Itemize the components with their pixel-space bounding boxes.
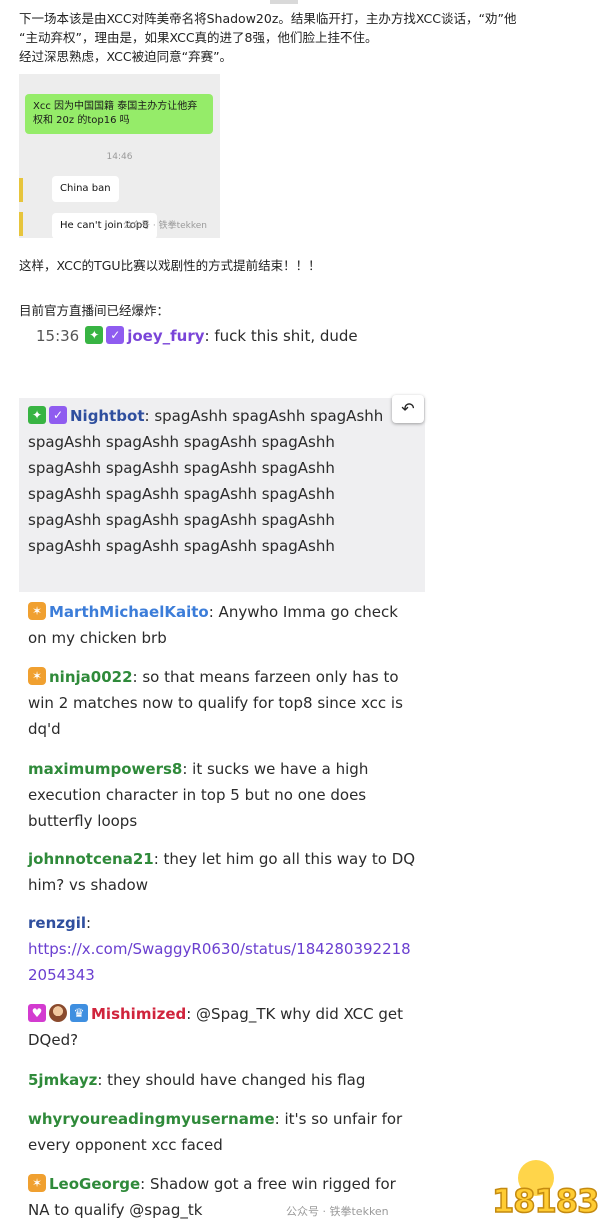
article-line: 下一场本该是由XCC对阵美帝名将Shadow20z。结果临开打，主办方找XCC谈…: [19, 11, 517, 26]
avatar-badge-icon: ✶: [28, 1174, 46, 1192]
subscriber-badge-icon: ♥: [28, 1004, 46, 1022]
chat-message: ✦ ✓ Nightbot: spagAshh spagAshh spagAshh s…: [28, 403, 408, 559]
chat-username[interactable]: johnnotcena21: [28, 850, 154, 868]
avatar-badge-icon: [49, 1004, 67, 1022]
verified-badge-icon: ✓: [106, 326, 125, 344]
logo-text: 18183: [491, 1181, 600, 1221]
reply-button[interactable]: ↶: [392, 395, 424, 423]
watermark: 公众号 · 铁拳tekken: [286, 1205, 389, 1218]
wechat-avatar: [19, 212, 23, 236]
chat-username[interactable]: 5jmkayz: [28, 1071, 97, 1089]
chat-message: maximumpowers8: it sucks we have a high …: [28, 756, 418, 834]
avatar-badge-icon: ✶: [28, 602, 46, 620]
top-scroll-indicator: [270, 0, 298, 4]
avatar-badge-icon: ✶: [28, 667, 46, 685]
wechat-green-bubble: Xcc 因为中国国籍 泰国主办方让他弃权和 20z 的top16 吗: [25, 94, 213, 134]
chat-username[interactable]: joey_fury: [127, 327, 204, 345]
article-line: “主动弃权”，理由是，如果XCC真的进了8强，他们脸上挂不住。: [19, 30, 378, 45]
chat-text: : they should have changed his flag: [97, 1071, 366, 1089]
crown-badge-icon: ♛: [70, 1004, 88, 1022]
wechat-screenshot: Xcc 因为中国国籍 泰国主办方让他弃权和 20z 的top16 吗 14:46…: [19, 74, 220, 238]
article-line: 这样，XCC的TGU比赛以戏剧性的方式提前结束！！！: [19, 258, 321, 273]
chat-username[interactable]: maximumpowers8: [28, 760, 182, 778]
wechat-watermark: 公众号 · 铁拳tekken: [123, 221, 207, 231]
chat-message: ✶ MarthMichaelKaito: Anywho Imma go check…: [28, 599, 418, 651]
reply-icon: ↶: [401, 399, 415, 418]
sword-badge-icon: ✦: [85, 326, 104, 344]
chat-message: ✶ ninja0022: so that means farzeen only h…: [28, 664, 418, 742]
chat-message: renzgil: https://x.com/SwaggyR0630/statu…: [28, 910, 418, 988]
chat-username[interactable]: MarthMichaelKaito: [49, 603, 209, 621]
article-text: 下一场本该是由XCC对阵美帝名将Shadow20z。结果临开打，主办方找XCC谈…: [19, 9, 594, 66]
chat-text: : fuck this shit, dude: [204, 327, 358, 345]
chat-link[interactable]: https://x.com/SwaggyR0630/status/1842803…: [28, 940, 411, 984]
chat-username[interactable]: Nightbot: [70, 407, 145, 425]
wechat-timestamp: 14:46: [106, 152, 133, 162]
article-line: 经过深思熟虑，XCC被迫同意“弃赛”。: [19, 49, 233, 64]
message-timestamp: 15:36: [36, 327, 80, 345]
chat-message: whyryoureadingmyusername: it's so unfair…: [28, 1106, 418, 1158]
article-line: 目前官方直播间已经爆炸：: [19, 303, 170, 318]
chat-message: johnnotcena21: they let him go all this …: [28, 846, 418, 898]
chat-username[interactable]: Mishimized: [91, 1005, 186, 1023]
chat-text: : spagAshh spagAshh spagAshh spagAshh sp…: [28, 407, 384, 555]
highlighted-message: ✦ ✓ Nightbot: spagAshh spagAshh spagAshh s…: [19, 398, 425, 592]
wechat-avatar: [19, 178, 23, 202]
chat-message: ♥ ♛ Mishimized: @Spag_TK why did XCC get D…: [28, 1001, 418, 1053]
wechat-message: China ban: [52, 176, 119, 202]
chat-username[interactable]: ninja0022: [49, 668, 133, 686]
sword-badge-icon: ✦: [28, 406, 46, 424]
chat-username[interactable]: whyryoureadingmyusername: [28, 1110, 275, 1128]
chat-message: 15:36 ✦ ✓ joey_fury: fuck this shit, dude: [36, 323, 358, 349]
verified-badge-icon: ✓: [49, 406, 67, 424]
site-logo: 18183: [491, 1160, 600, 1226]
chat-text: :: [86, 914, 92, 932]
chat-username[interactable]: renzgil: [28, 914, 86, 932]
chat-message: 5jmkayz: they should have changed his fl…: [28, 1067, 418, 1093]
chat-username[interactable]: LeoGeorge: [49, 1175, 140, 1193]
